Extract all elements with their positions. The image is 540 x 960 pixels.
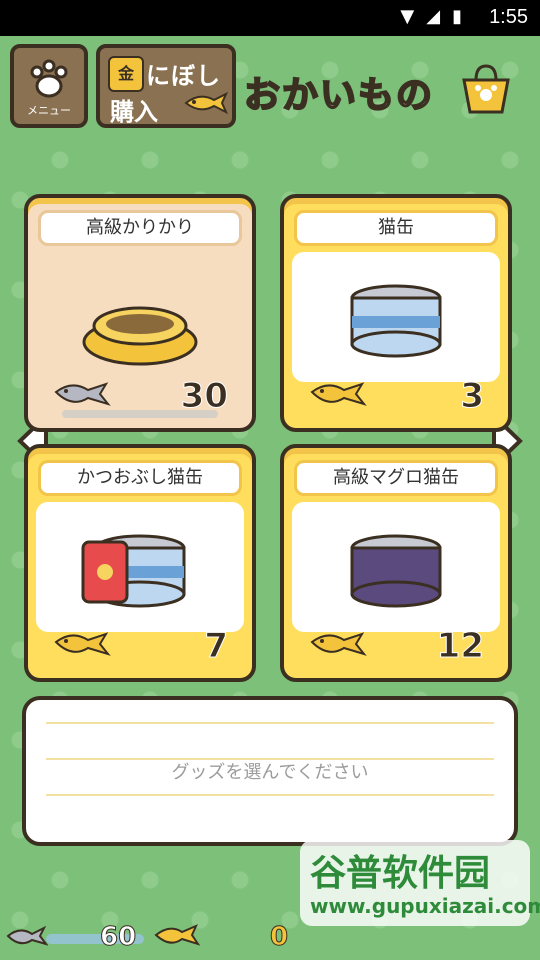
signal-icon: ◢ (426, 6, 441, 27)
message-text: グッズを選んでください (171, 762, 369, 783)
silver-fish-count: 60 (99, 922, 137, 953)
watermark-url: www.gupuxiazai.com (310, 894, 540, 918)
can-icon (350, 284, 442, 358)
message-box: グッズを選んでください (22, 696, 518, 846)
status-time: 1:55 (489, 6, 528, 28)
tuna-can-icon (350, 534, 442, 608)
watermark-title: 谷普软件园 (310, 853, 491, 894)
status-bar: ▼ ◢ ▮ 1:55 (0, 0, 540, 36)
item-name: かつおぶし猫缶 (38, 460, 242, 496)
silver-fish-icon (54, 382, 111, 406)
battery-icon: ▮ (452, 6, 462, 27)
item-name: 猫缶 (294, 210, 498, 246)
silver-fish-icon (6, 925, 48, 946)
item-price: 30 (180, 376, 228, 417)
niboshi-label: にぼし (146, 62, 221, 90)
purchase-label: 購入 (110, 98, 158, 126)
gold-fish-icon (154, 924, 200, 946)
shopping-bag-icon (462, 64, 510, 114)
status-icons: ▼ ◢ ▮ (400, 6, 462, 27)
gold-fish-icon (310, 632, 367, 656)
item-name: 高級マグロ猫缶 (294, 460, 498, 496)
item-card-cat-can[interactable]: 猫缶 3 (280, 194, 512, 432)
paw-icon (30, 59, 68, 98)
gold-fish-count: 0 (269, 922, 289, 953)
item-card-katsuobushi-can[interactable]: かつおぶし猫缶 7 (24, 444, 256, 682)
watermark: 谷普软件园 www.gupuxiazai.com (300, 840, 540, 926)
item-price: 7 (204, 626, 229, 667)
katsuobushi-can-icon (81, 534, 186, 608)
menu-button[interactable]: メニュー (10, 44, 88, 128)
item-name: 高級かりかり (38, 210, 242, 246)
buy-niboshi-button[interactable]: 金 にぼし 購入 (96, 44, 236, 128)
gold-fish-icon (54, 632, 111, 656)
item-card-premium-tuna-can[interactable]: 高級マグロ猫缶 12 (280, 444, 512, 682)
fish-icon (184, 91, 228, 115)
menu-label: メニュー (27, 104, 71, 117)
gold-badge: 金 (108, 56, 144, 92)
item-price: 12 (436, 626, 484, 667)
wifi-icon: ▼ (400, 6, 415, 27)
gold-fish-icon (310, 382, 367, 406)
page-title: おかいもの (243, 74, 435, 117)
item-price: 3 (460, 376, 485, 417)
item-card-high-grade-kibble[interactable]: 高級かりかり 30 (24, 194, 256, 432)
bowl-icon (82, 306, 198, 366)
